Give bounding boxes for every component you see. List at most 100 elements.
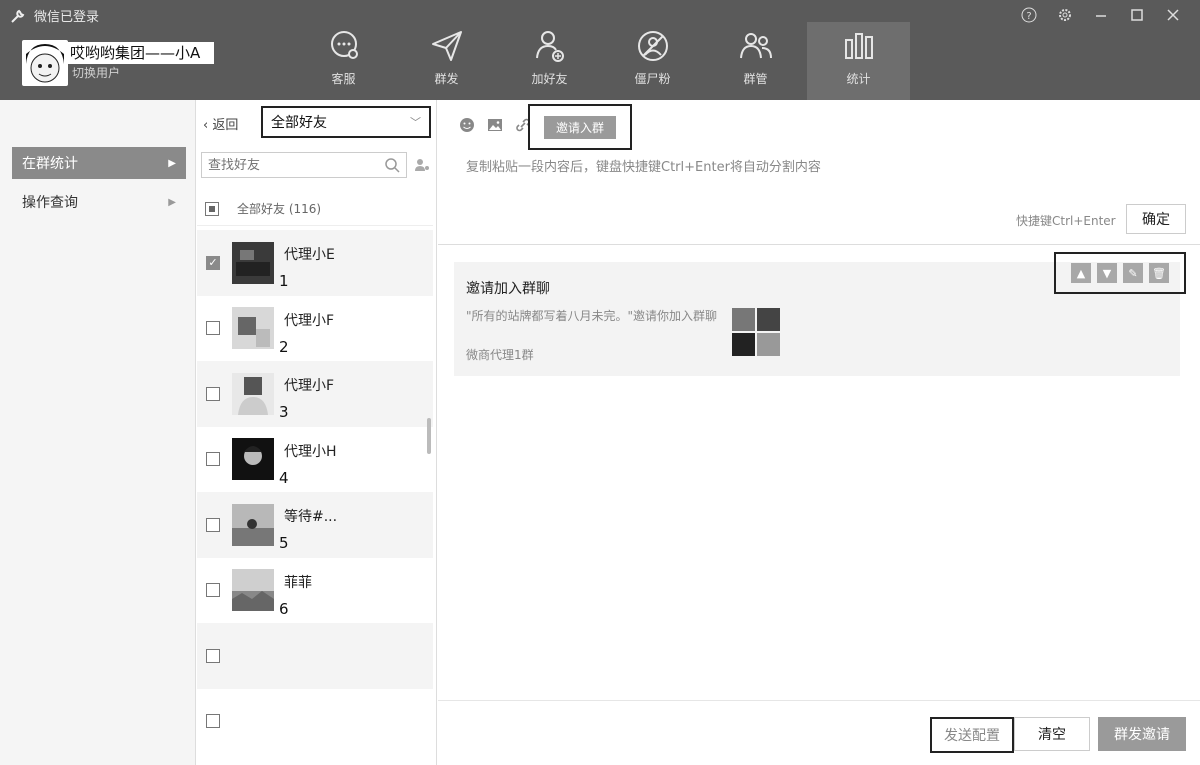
chevron-left-icon: ‹ bbox=[203, 118, 209, 133]
sidebar-item-operation-query[interactable]: 操作查询 ▶ bbox=[12, 186, 186, 218]
nav-label: 群管 bbox=[743, 72, 768, 86]
list-item[interactable]: 代理小H 4 bbox=[197, 427, 433, 493]
group-avatar-grid bbox=[732, 308, 780, 356]
friend-avatar bbox=[232, 503, 274, 546]
back-link[interactable]: ‹ 返回 bbox=[203, 114, 238, 133]
top-bar: 微信已登录 ? 哎哟哟集团——小A 切换用户 客服 群发 加好友 僵尸粉 群管 … bbox=[0, 0, 1200, 100]
sidebar-item-label: 操作查询 bbox=[22, 195, 78, 211]
row-checkbox[interactable] bbox=[206, 386, 220, 401]
nav-customer-service[interactable]: 客服 bbox=[292, 22, 395, 100]
friend-rows: ✓ 代理小E 1 代理小F 2 代理小F 3 代理小H 4 等待#... 5 菲… bbox=[197, 230, 433, 754]
friend-name: 菲菲 bbox=[284, 574, 312, 591]
mass-invite-button[interactable]: 群发邀请 bbox=[1098, 717, 1186, 751]
settings-gear-icon[interactable] bbox=[1054, 4, 1076, 26]
select-all-row[interactable]: 全部好友 (116) bbox=[197, 192, 433, 226]
delete-trash-icon[interactable]: 🗑 bbox=[1149, 263, 1169, 283]
friend-index: 3 bbox=[279, 403, 289, 421]
row-checkbox[interactable] bbox=[206, 648, 220, 663]
divider bbox=[438, 244, 1200, 245]
nav-label: 统计 bbox=[846, 72, 871, 86]
switch-user-link[interactable]: 切换用户 bbox=[72, 64, 120, 81]
edit-pencil-icon[interactable]: ✎ bbox=[1123, 263, 1143, 283]
friend-filter-value: 全部好友 bbox=[271, 115, 327, 131]
close-icon[interactable] bbox=[1162, 4, 1184, 26]
emoji-icon[interactable] bbox=[458, 116, 476, 134]
editor-toolbar bbox=[458, 116, 532, 134]
search-icon[interactable] bbox=[384, 157, 400, 173]
image-icon[interactable] bbox=[486, 116, 504, 134]
friend-avatar bbox=[232, 307, 274, 350]
send-icon bbox=[431, 31, 462, 61]
help-icon[interactable]: ? bbox=[1018, 4, 1040, 26]
row-checkbox[interactable]: ✓ bbox=[206, 255, 220, 270]
nav-label: 群发 bbox=[434, 72, 459, 86]
nav-statistics[interactable]: 统计 bbox=[807, 22, 910, 100]
sidebar-item-label: 在群统计 bbox=[22, 156, 78, 172]
row-checkbox[interactable] bbox=[206, 714, 220, 729]
group-member-avatar bbox=[732, 333, 755, 356]
move-down-icon[interactable]: ▼ bbox=[1097, 263, 1117, 283]
maximize-icon[interactable] bbox=[1126, 4, 1148, 26]
send-config-button[interactable]: 发送配置 bbox=[944, 725, 1000, 745]
list-item[interactable]: 等待#... 5 bbox=[197, 492, 433, 558]
list-item[interactable]: 菲菲 6 bbox=[197, 558, 433, 624]
paste-hint: 复制粘贴一段内容后，键盘快捷键Ctrl+Enter将自动分割内容 bbox=[466, 160, 821, 175]
friend-list-panel: ‹ 返回 全部好友 ﹀ 全部好友 (116) ✓ 代理小E 1 代理小F 2 代… bbox=[197, 100, 437, 765]
chat-icon bbox=[330, 31, 358, 59]
friend-avatar bbox=[232, 372, 274, 415]
confirm-button[interactable]: 确定 bbox=[1126, 204, 1186, 234]
friend-index: 4 bbox=[279, 468, 289, 487]
list-scrollbar[interactable] bbox=[427, 418, 431, 454]
group-member-avatar bbox=[757, 308, 780, 331]
row-checkbox[interactable] bbox=[206, 583, 220, 598]
list-item[interactable]: 代理小F 3 bbox=[197, 361, 433, 427]
send-config-highlight: 发送配置 bbox=[930, 717, 1014, 753]
shortcut-hint: 快捷键Ctrl+Enter bbox=[1016, 214, 1116, 228]
zombie-icon bbox=[637, 31, 668, 61]
friend-name: 代理小E bbox=[284, 247, 335, 263]
nav-label: 客服 bbox=[331, 72, 356, 86]
row-checkbox[interactable] bbox=[206, 321, 220, 336]
row-checkbox[interactable] bbox=[206, 452, 220, 467]
all-friends-label: 全部好友 (116) bbox=[237, 202, 322, 216]
card-title: 邀请加入群聊 bbox=[466, 281, 550, 297]
user-name: 哎哟哟集团——小A bbox=[68, 42, 215, 64]
back-label: 返回 bbox=[212, 118, 239, 133]
nav-label: 僵尸粉 bbox=[634, 72, 671, 86]
add-friend-icon bbox=[535, 31, 564, 62]
friend-index: 1 bbox=[279, 272, 289, 290]
friend-index: 2 bbox=[279, 337, 289, 356]
sidebar-item-group-stats[interactable]: 在群统计 ▶ bbox=[12, 147, 186, 179]
friend-index: 5 bbox=[279, 534, 289, 552]
select-all-checkbox[interactable] bbox=[205, 201, 219, 216]
friend-avatar bbox=[232, 569, 274, 612]
friend-avatar bbox=[232, 241, 274, 284]
row-checkbox[interactable] bbox=[206, 517, 220, 532]
friend-search-input[interactable] bbox=[208, 157, 384, 173]
invite-to-group-button[interactable]: 邀请入群 bbox=[543, 115, 616, 139]
clear-button[interactable]: 清空 bbox=[1014, 717, 1090, 751]
avatar[interactable] bbox=[22, 40, 68, 86]
nav-add-friend[interactable]: 加好友 bbox=[498, 22, 601, 100]
main-content: 邀请入群 复制粘贴一段内容后，键盘快捷键Ctrl+Enter将自动分割内容 快捷… bbox=[438, 100, 1200, 765]
group-member-avatar bbox=[757, 333, 780, 356]
list-item[interactable]: 代理小F 2 bbox=[197, 296, 433, 362]
stats-icon bbox=[844, 33, 873, 59]
nav-zombie-fans[interactable]: 僵尸粉 bbox=[601, 22, 704, 100]
minimize-icon[interactable] bbox=[1090, 4, 1112, 26]
nav-group-manage[interactable]: 群管 bbox=[704, 22, 807, 100]
friend-filter-select[interactable]: 全部好友 ﹀ bbox=[261, 106, 431, 138]
svg-text:?: ? bbox=[1026, 11, 1031, 22]
list-item[interactable] bbox=[197, 689, 433, 755]
move-up-icon[interactable]: ▲ bbox=[1071, 263, 1091, 283]
friend-name: 代理小H bbox=[284, 443, 337, 460]
chevron-down-icon: ﹀ bbox=[410, 116, 421, 129]
caret-right-icon: ▶ bbox=[168, 157, 176, 169]
nav-mass-send[interactable]: 群发 bbox=[395, 22, 498, 100]
friend-name: 代理小F bbox=[284, 312, 335, 329]
friend-search bbox=[201, 152, 407, 178]
list-item[interactable]: ✓ 代理小E 1 bbox=[197, 230, 433, 296]
list-item[interactable] bbox=[197, 623, 433, 689]
friend-avatar bbox=[232, 438, 274, 481]
contacts-icon[interactable] bbox=[413, 156, 431, 174]
